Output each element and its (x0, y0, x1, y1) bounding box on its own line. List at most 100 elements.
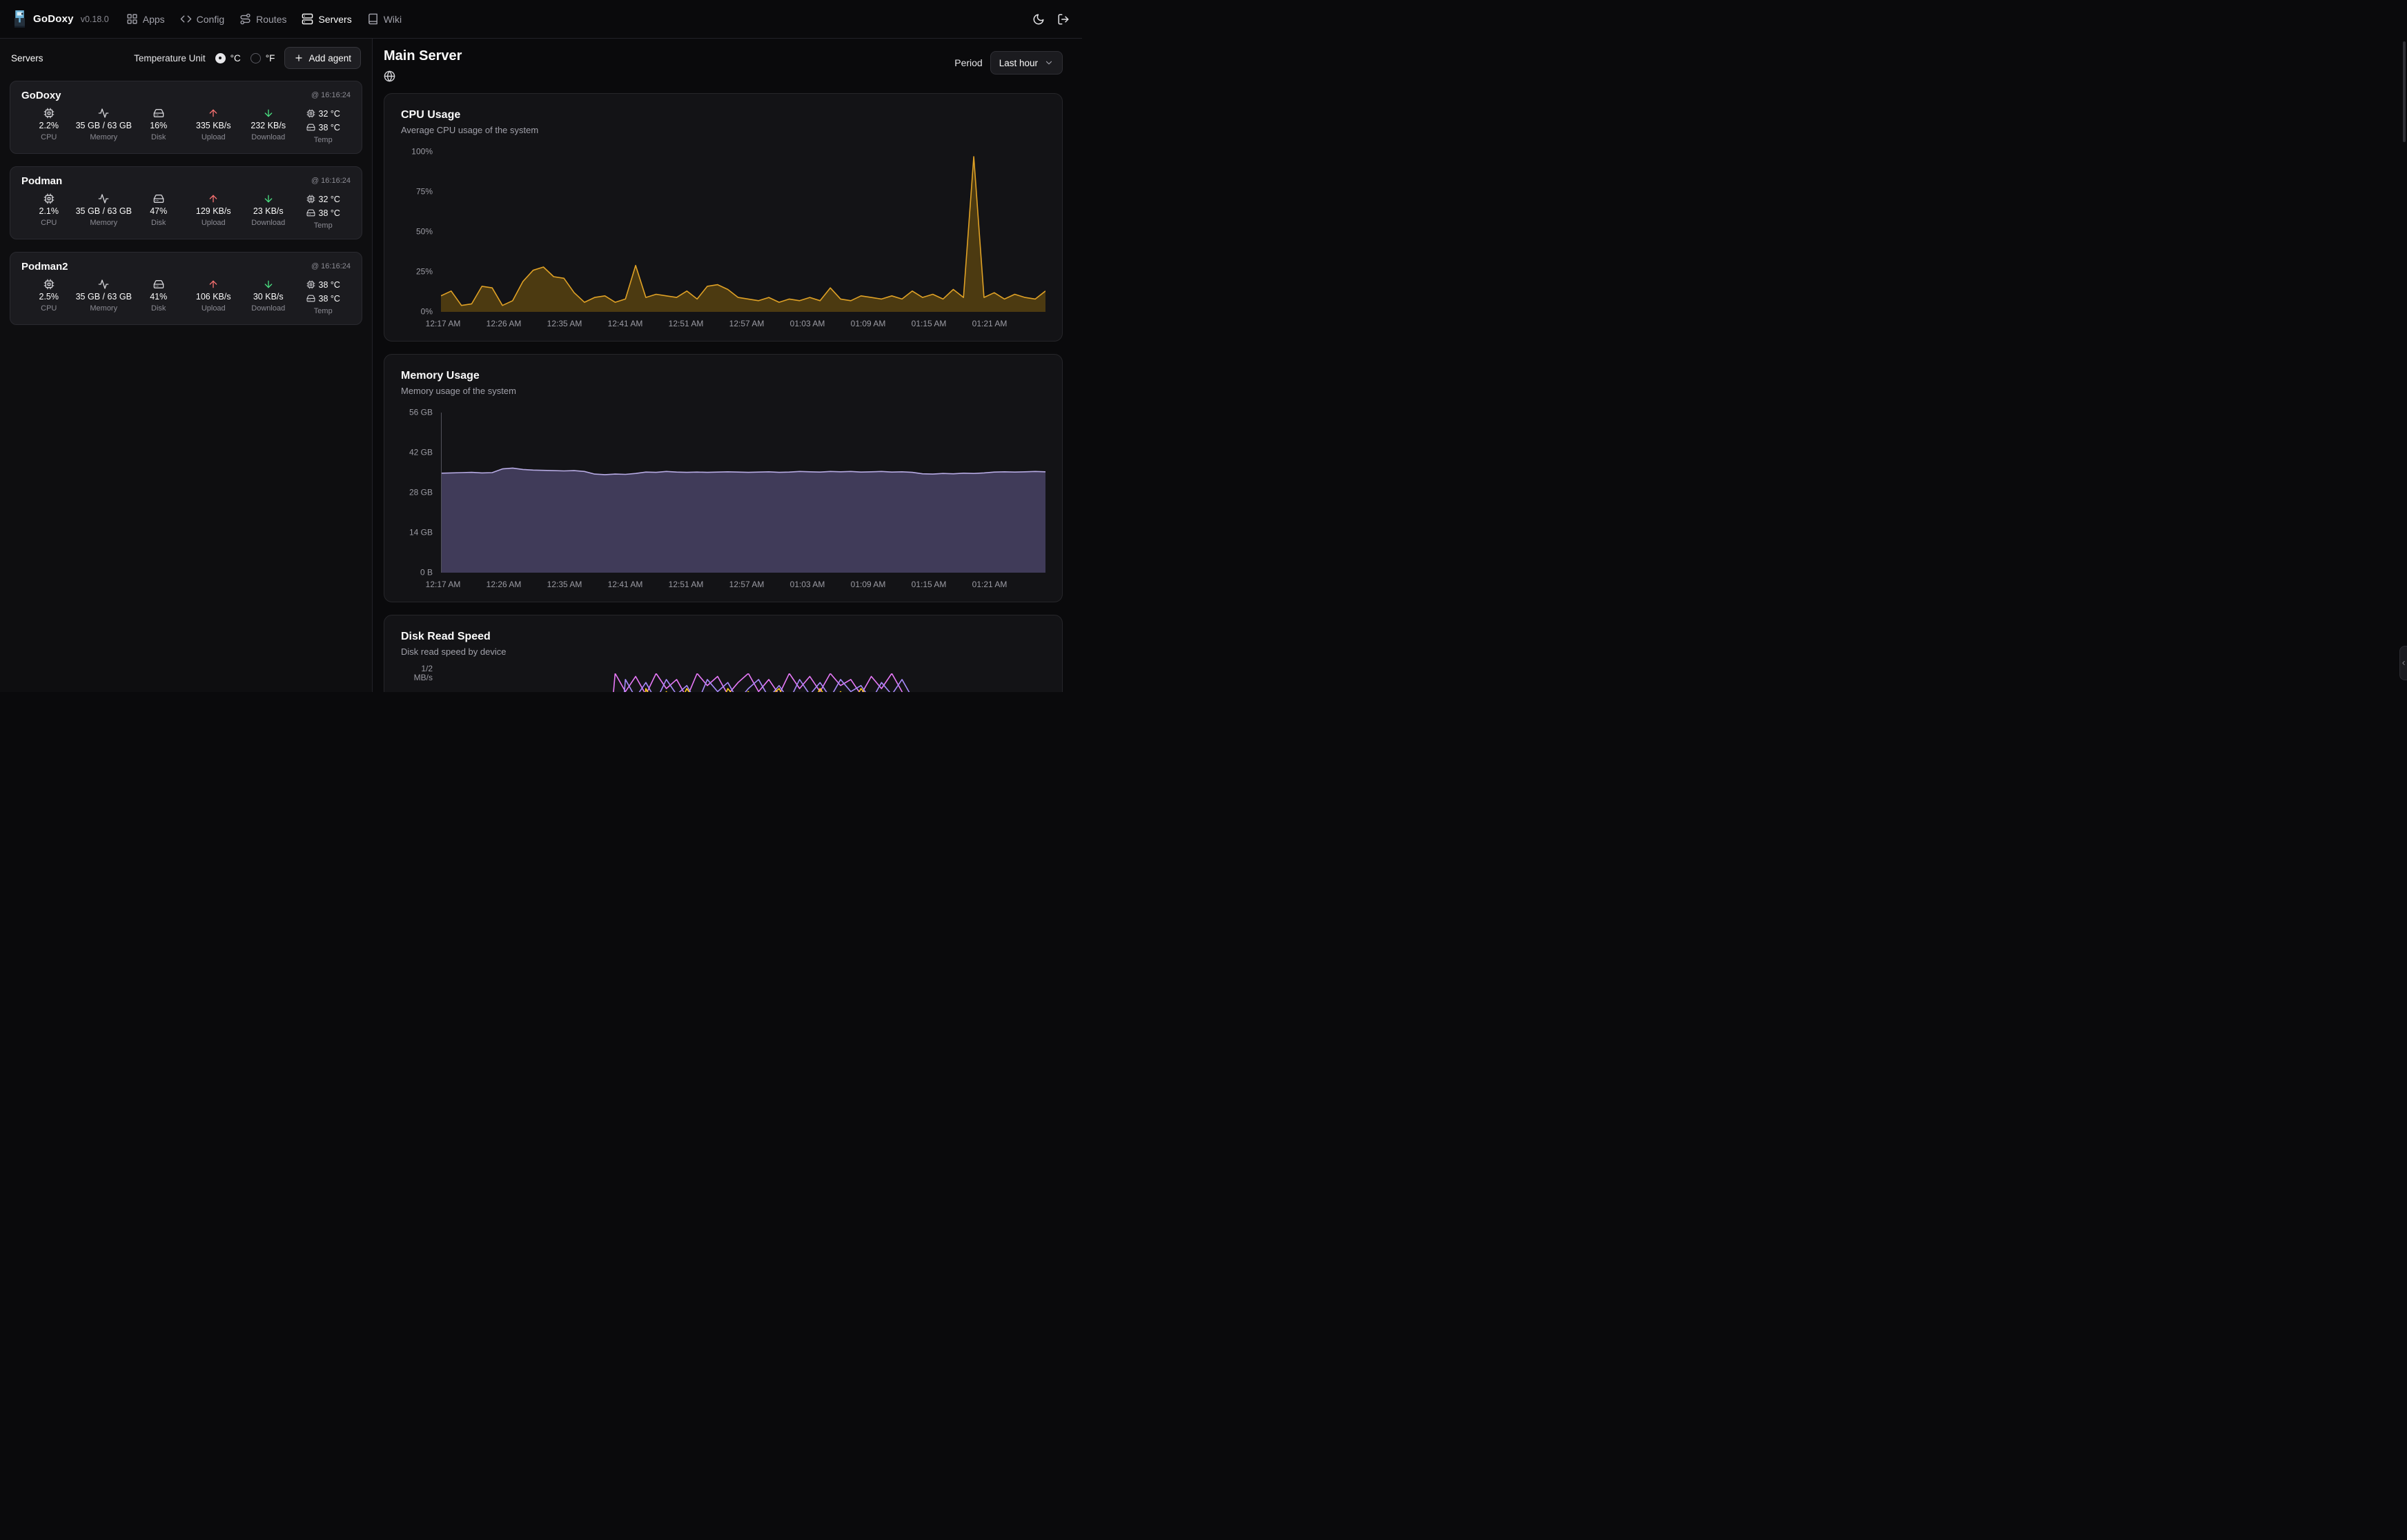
upload-arrow-icon (208, 108, 219, 119)
server-timestamp: @ 16:16:24 (311, 90, 351, 99)
download-stat: 23 KB/s Download (241, 193, 296, 230)
cpu-icon (43, 108, 55, 119)
server-card-podman[interactable]: Podman @ 16:16:24 2.1% CPU 35 GB / 63 GB… (10, 166, 362, 239)
cpu-plot-area (441, 152, 1045, 312)
y-axis-tick: 0% (401, 308, 433, 317)
download-stat: 232 KB/s Download (241, 108, 296, 144)
nav-item-apps[interactable]: Apps (119, 8, 173, 30)
nav-label: Routes (256, 14, 286, 25)
y-axis-tick: 25% (401, 268, 433, 277)
download-label: Download (251, 219, 285, 227)
period-label: Period (954, 57, 982, 68)
chart-title: Memory Usage (401, 370, 1045, 382)
x-axis-tick: 12:57 AM (729, 580, 765, 589)
chart-canvas (441, 673, 1045, 692)
memory-value: 35 GB / 63 GB (76, 292, 132, 302)
chevron-left-icon (2400, 660, 2407, 667)
brand: GoDoxy v0.18.0 (12, 10, 109, 28)
download-label: Download (251, 304, 285, 313)
cpu-icon (306, 280, 315, 289)
x-axis-tick: 12:26 AM (487, 319, 522, 328)
upload-label: Upload (202, 304, 226, 313)
theme-toggle-button[interactable] (1032, 13, 1045, 26)
temperature-unit-label: Temperature Unit (134, 53, 206, 63)
period-dropdown[interactable]: Last hour (990, 51, 1063, 75)
disk-label: Disk (151, 133, 166, 141)
radio-circle (250, 53, 261, 63)
servers-sidebar: Servers Temperature Unit °C °F Add agent (0, 39, 373, 692)
server-list: GoDoxy @ 16:16:24 2.2% CPU 35 GB / 63 GB… (10, 81, 362, 325)
cpu-icon (306, 109, 315, 118)
temperature-unit-group: Temperature Unit °C °F Add agent (134, 47, 361, 69)
disk-icon (306, 208, 315, 217)
nav-item-routes[interactable]: Routes (232, 8, 294, 30)
memory-label: Memory (90, 219, 117, 227)
memory-usage-chart-card: Memory Usage Memory usage of the system … (384, 354, 1063, 602)
upload-stat: 106 KB/s Upload (186, 279, 242, 315)
x-axis-tick: 01:09 AM (851, 580, 886, 589)
server-card-godoxy[interactable]: GoDoxy @ 16:16:24 2.2% CPU 35 GB / 63 GB… (10, 81, 362, 154)
server-card-podman2[interactable]: Podman2 @ 16:16:24 2.5% CPU 35 GB / 63 G… (10, 252, 362, 325)
collapse-panel-handle[interactable] (2399, 646, 2407, 680)
memory-stat: 35 GB / 63 GB Memory (77, 108, 132, 144)
cpu-usage-chart-card: CPU Usage Average CPU usage of the syste… (384, 93, 1063, 342)
download-value: 30 KB/s (253, 292, 284, 302)
x-axis-tick: 12:41 AM (608, 319, 643, 328)
navbar-actions (1032, 13, 1070, 26)
temp-label: Temp (314, 221, 333, 230)
chevron-down-icon (1044, 58, 1054, 68)
chart-body: 1/2 MB/s (401, 673, 1045, 692)
memory-stat: 35 GB / 63 GB Memory (77, 193, 132, 230)
disk-icon (153, 193, 164, 204)
server-stats: 2.2% CPU 35 GB / 63 GB Memory 16% Disk (21, 108, 351, 144)
memory-plot-area (441, 413, 1045, 573)
plus-icon (294, 53, 304, 63)
chart-canvas (441, 152, 1045, 312)
upload-value: 335 KB/s (196, 121, 231, 130)
nav-item-wiki[interactable]: Wiki (360, 8, 409, 30)
logout-button[interactable] (1057, 13, 1070, 26)
add-agent-button[interactable]: Add agent (284, 47, 361, 69)
disk-stat: 41% Disk (131, 279, 186, 315)
unit-celsius-radio[interactable]: °C (215, 53, 241, 63)
server-timestamp: @ 16:16:24 (311, 175, 351, 185)
download-arrow-icon (263, 108, 274, 119)
disk-icon (306, 123, 315, 132)
memory-value: 35 GB / 63 GB (76, 206, 132, 216)
nav-item-servers[interactable]: Servers (294, 8, 359, 30)
y-axis-tick: 75% (401, 188, 433, 197)
x-axis-tick: 01:21 AM (972, 580, 1008, 589)
y-axis-tick: 56 GB (401, 408, 433, 417)
server-stats: 2.1% CPU 35 GB / 63 GB Memory 47% Disk (21, 193, 351, 230)
disk-stat: 16% Disk (131, 108, 186, 144)
chart-body: 56 GB42 GB28 GB14 GB0 B (401, 413, 1045, 573)
cpu-temp-value: 38 °C (319, 280, 340, 290)
disk-icon (153, 108, 164, 119)
activity-icon (98, 193, 109, 204)
navbar: GoDoxy v0.18.0 Apps Config Routes Server… (0, 0, 1082, 39)
unit-fahrenheit-radio[interactable]: °F (250, 53, 275, 63)
server-timestamp: @ 16:16:24 (311, 261, 351, 270)
download-label: Download (251, 133, 285, 141)
scrollbar-thumb[interactable] (2403, 41, 2406, 142)
nav-label: Wiki (384, 14, 402, 25)
x-axis: 12:17 AM12:26 AM12:35 AM12:41 AM12:51 AM… (441, 317, 1045, 331)
chart-subtitle: Average CPU usage of the system (401, 125, 1045, 135)
nav-item-config[interactable]: Config (173, 8, 232, 30)
upload-arrow-icon (208, 279, 219, 290)
disk-temp-value: 38 °C (319, 208, 340, 218)
disk-plot-area (441, 673, 1045, 692)
x-axis-tick: 12:17 AM (426, 580, 461, 589)
download-arrow-icon (263, 279, 274, 290)
cpu-temp-value: 32 °C (319, 109, 340, 119)
nav-label: Servers (318, 14, 351, 25)
disk-value: 16% (150, 121, 167, 130)
disk-label: Disk (151, 219, 166, 227)
y-axis: 56 GB42 GB28 GB14 GB0 B (401, 413, 441, 573)
radio-label: °F (266, 53, 275, 63)
x-axis-tick: 01:03 AM (790, 319, 825, 328)
server-name: Podman (21, 175, 62, 187)
radio-circle-checked (215, 53, 226, 63)
godoxy-logo-icon (12, 10, 27, 28)
disk-temp-value: 38 °C (319, 294, 340, 304)
